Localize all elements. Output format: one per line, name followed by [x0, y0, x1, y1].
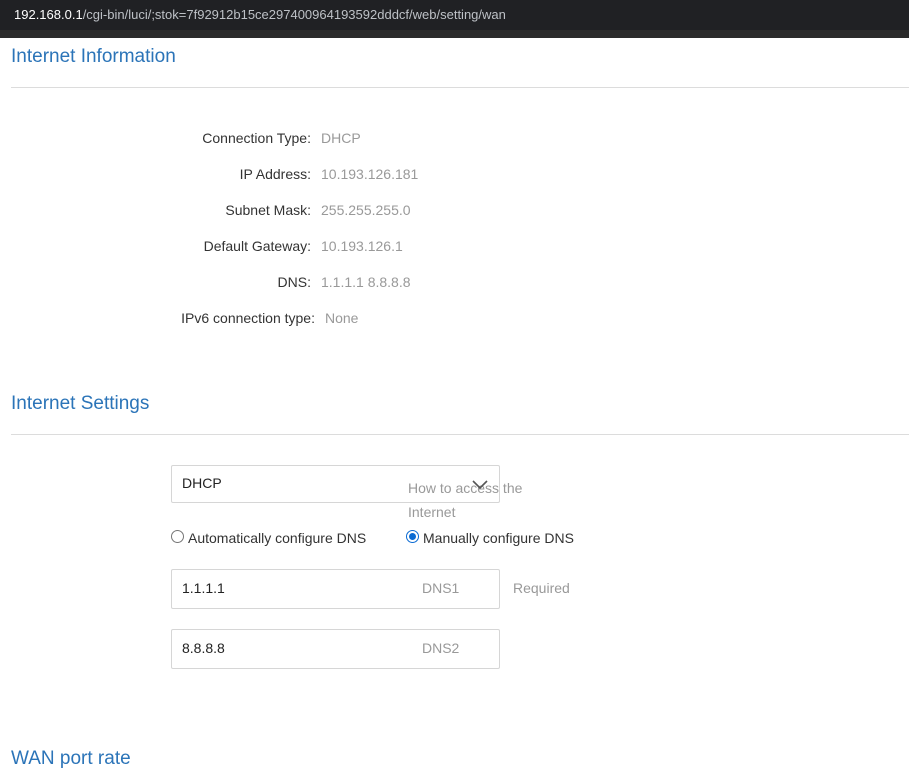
radio-manual-dns-label: Manually configure DNS: [423, 530, 574, 546]
url-path: /cgi-bin/luci/;stok=7f92912b15ce29740096…: [82, 7, 506, 22]
dns1-value: 1.1.1.1: [182, 580, 225, 596]
divider: [11, 87, 909, 88]
info-label: IP Address:: [239, 166, 311, 182]
info-label: DNS:: [277, 274, 311, 290]
radio-button-checked[interactable]: [406, 530, 419, 543]
dns1-required-note: Required: [513, 580, 570, 596]
info-row-connection-type: Connection Type: DHCP: [0, 127, 909, 149]
radio-button-unchecked[interactable]: [171, 530, 184, 543]
info-row-ip-address: IP Address: 10.193.126.181: [0, 163, 909, 185]
browser-url-bar[interactable]: 192.168.0.1/cgi-bin/luci/;stok=7f92912b1…: [0, 0, 909, 30]
info-value: 255.255.255.0: [321, 202, 411, 218]
radio-auto-dns-label: Automatically configure DNS: [188, 530, 367, 546]
info-row-default-gateway: Default Gateway: 10.193.126.1: [0, 235, 909, 257]
info-value: 10.193.126.181: [321, 166, 419, 182]
dns2-input[interactable]: 8.8.8.8 DNS2: [171, 629, 500, 669]
info-label: Connection Type:: [202, 130, 311, 146]
info-label: Subnet Mask:: [225, 202, 311, 218]
url-host: 192.168.0.1: [14, 7, 83, 22]
dns1-tag: DNS1: [422, 580, 460, 596]
info-value: 1.1.1.1 8.8.8.8: [321, 274, 411, 290]
internet-information-title: Internet Information: [11, 46, 176, 67]
wan-port-rate-title: WAN port rate: [11, 748, 131, 769]
browser-toolbar-strip: [0, 30, 909, 38]
info-row-subnet-mask: Subnet Mask: 255.255.255.0: [0, 199, 909, 221]
info-label: Default Gateway:: [203, 238, 311, 254]
info-value: DHCP: [321, 130, 361, 146]
info-row-ipv6-type: IPv6 connection type: None: [0, 307, 909, 329]
dns2-tag: DNS2: [422, 640, 460, 656]
info-value: None: [325, 310, 359, 326]
access-method-value: DHCP: [182, 475, 222, 491]
info-label: IPv6 connection type:: [181, 310, 315, 326]
access-method-select[interactable]: DHCP How to access the Internet: [171, 465, 522, 520]
info-row-dns: DNS: 1.1.1.1 8.8.8.8: [0, 271, 909, 293]
info-value: 10.193.126.1: [321, 238, 403, 254]
divider: [11, 434, 909, 435]
dns1-input[interactable]: 1.1.1.1 DNS1: [171, 569, 500, 609]
internet-settings-title: Internet Settings: [11, 393, 150, 414]
chevron-down-icon: [472, 480, 488, 490]
dns2-value: 8.8.8.8: [182, 640, 225, 656]
